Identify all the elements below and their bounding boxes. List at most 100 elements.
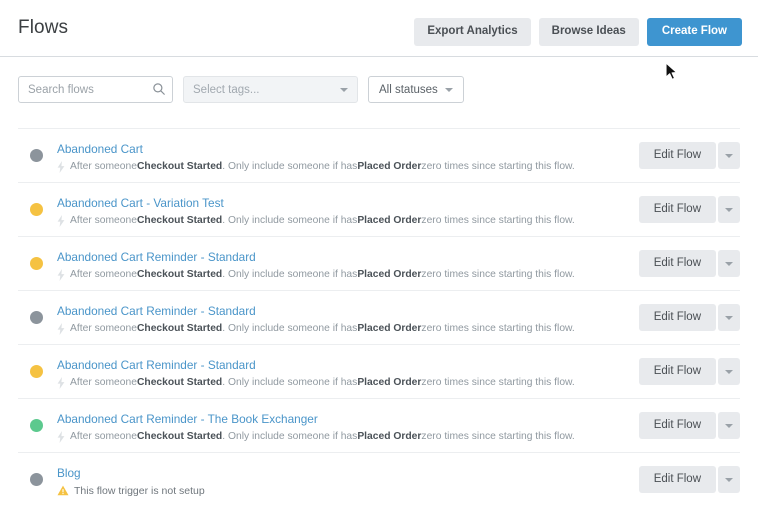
- chevron-down-icon: [725, 154, 733, 158]
- flow-row-actions: Edit Flow: [639, 358, 740, 386]
- flow-actions-dropdown-button[interactable]: [718, 196, 740, 224]
- flow-name-link[interactable]: Abandoned Cart Reminder - The Book Excha…: [57, 412, 318, 426]
- flow-desc-suffix: zero times since starting this flow.: [421, 215, 574, 226]
- flow-desc-middle: . Only include someone if has: [222, 215, 357, 226]
- flow-name-link[interactable]: Blog: [57, 466, 81, 480]
- flow-description: This flow trigger is not setup: [57, 485, 639, 497]
- flow-row: Abandoned Cart Reminder - Standard After …: [18, 236, 740, 290]
- flow-name-link[interactable]: Abandoned Cart Reminder - Standard: [57, 358, 256, 372]
- flow-list: Abandoned Cart After someone Checkout Sta…: [0, 128, 758, 506]
- edit-flow-button[interactable]: Edit Flow: [639, 412, 716, 440]
- flow-desc-suffix: zero times since starting this flow.: [421, 431, 574, 442]
- lightning-bolt-icon: [57, 161, 65, 173]
- flow-desc-middle: . Only include someone if has: [222, 323, 357, 334]
- flow-description: After someone Checkout Started. Only inc…: [57, 161, 639, 173]
- chevron-down-icon: [445, 88, 453, 92]
- flow-desc-trigger: Checkout Started: [137, 377, 222, 388]
- flow-actions-dropdown-button[interactable]: [718, 466, 740, 494]
- flow-desc-suffix: zero times since starting this flow.: [421, 269, 574, 280]
- edit-flow-button[interactable]: Edit Flow: [639, 142, 716, 170]
- flow-row: Abandoned Cart After someone Checkout Sta…: [18, 128, 740, 182]
- flow-desc-prefix: After someone: [70, 215, 137, 226]
- status-dot-yellow: [30, 203, 43, 216]
- flow-desc-filter: Placed Order: [357, 269, 421, 280]
- flow-desc-trigger: Checkout Started: [137, 323, 222, 334]
- lightning-bolt-icon: [57, 377, 65, 389]
- search-input[interactable]: [18, 76, 173, 103]
- flow-description: After someone Checkout Started. Only inc…: [57, 377, 639, 389]
- page-title: Flows: [18, 17, 68, 39]
- flow-info: Abandoned Cart Reminder - The Book Excha…: [57, 409, 639, 443]
- flow-row-actions: Edit Flow: [639, 250, 740, 278]
- flow-desc-middle: . Only include someone if has: [222, 431, 357, 442]
- flow-row-actions: Edit Flow: [639, 304, 740, 332]
- flow-desc-prefix: After someone: [70, 323, 137, 334]
- flow-row: Abandoned Cart Reminder - Standard After …: [18, 344, 740, 398]
- status-dot-gray: [30, 149, 43, 162]
- flow-row-actions: Edit Flow: [639, 412, 740, 440]
- flow-description: After someone Checkout Started. Only inc…: [57, 269, 639, 281]
- chevron-down-icon: [340, 88, 348, 92]
- flow-desc-middle: . Only include someone if has: [222, 161, 357, 172]
- edit-flow-button[interactable]: Edit Flow: [639, 250, 716, 278]
- flow-name-link[interactable]: Abandoned Cart Reminder - Standard: [57, 250, 256, 264]
- create-flow-button[interactable]: Create Flow: [647, 18, 742, 46]
- status-select[interactable]: All statuses: [368, 76, 464, 103]
- flow-row: Abandoned Cart - Variation Test After som…: [18, 182, 740, 236]
- browse-ideas-button[interactable]: Browse Ideas: [539, 18, 639, 46]
- flow-actions-dropdown-button[interactable]: [718, 250, 740, 278]
- flow-desc-trigger: Checkout Started: [137, 431, 222, 442]
- status-select-label: All statuses: [379, 84, 438, 96]
- flow-actions-dropdown-button[interactable]: [718, 304, 740, 332]
- flow-info: Abandoned Cart Reminder - Standard After …: [57, 247, 639, 281]
- flow-description: After someone Checkout Started. Only inc…: [57, 323, 639, 335]
- flow-desc-filter: Placed Order: [357, 215, 421, 226]
- flow-name-link[interactable]: Abandoned Cart Reminder - Standard: [57, 304, 256, 318]
- flow-desc-prefix: After someone: [70, 161, 137, 172]
- flow-row-actions: Edit Flow: [639, 466, 740, 494]
- status-dot-green: [30, 419, 43, 432]
- status-dot-gray: [30, 473, 43, 486]
- flow-name-link[interactable]: Abandoned Cart: [57, 142, 143, 156]
- chevron-down-icon: [725, 208, 733, 212]
- flow-desc-trigger: Checkout Started: [137, 269, 222, 280]
- flow-description: After someone Checkout Started. Only inc…: [57, 431, 639, 443]
- flow-desc-prefix: After someone: [70, 269, 137, 280]
- lightning-bolt-icon: [57, 215, 65, 227]
- flow-row: Blog This flow trigger is not setup Edit F…: [18, 452, 740, 506]
- flow-desc-filter: Placed Order: [357, 377, 421, 388]
- flow-info: Blog This flow trigger is not setup: [57, 463, 639, 497]
- tags-select[interactable]: Select tags...: [183, 76, 358, 103]
- edit-flow-button[interactable]: Edit Flow: [639, 196, 716, 224]
- edit-flow-button[interactable]: Edit Flow: [639, 466, 716, 494]
- filter-bar: Select tags... All statuses: [0, 57, 758, 128]
- flow-actions-dropdown-button[interactable]: [718, 358, 740, 386]
- flow-description: After someone Checkout Started. Only inc…: [57, 215, 639, 227]
- header-actions: Export Analytics Browse Ideas Create Flo…: [414, 18, 742, 46]
- tags-select-label: Select tags...: [193, 84, 259, 96]
- flow-desc-middle: . Only include someone if has: [222, 269, 357, 280]
- flow-desc-trigger: Checkout Started: [137, 161, 222, 172]
- export-analytics-button[interactable]: Export Analytics: [414, 18, 530, 46]
- lightning-bolt-icon: [57, 323, 65, 335]
- flow-desc-filter: Placed Order: [357, 161, 421, 172]
- flow-actions-dropdown-button[interactable]: [718, 412, 740, 440]
- edit-flow-button[interactable]: Edit Flow: [639, 358, 716, 386]
- flow-desc-suffix: zero times since starting this flow.: [421, 161, 574, 172]
- chevron-down-icon: [725, 370, 733, 374]
- chevron-down-icon: [725, 262, 733, 266]
- edit-flow-button[interactable]: Edit Flow: [639, 304, 716, 332]
- flow-info: Abandoned Cart After someone Checkout Sta…: [57, 139, 639, 173]
- flow-desc-filter: Placed Order: [357, 431, 421, 442]
- flow-actions-dropdown-button[interactable]: [718, 142, 740, 170]
- lightning-bolt-icon: [57, 269, 65, 281]
- flow-warning-text: This flow trigger is not setup: [74, 485, 205, 497]
- flow-name-link[interactable]: Abandoned Cart - Variation Test: [57, 196, 224, 210]
- search-field-wrapper: [18, 76, 173, 103]
- flow-desc-suffix: zero times since starting this flow.: [421, 377, 574, 388]
- flows-page: Flows Export Analytics Browse Ideas Crea…: [0, 0, 758, 524]
- chevron-down-icon: [725, 478, 733, 482]
- filter-controls: Select tags... All statuses: [18, 76, 464, 103]
- status-dot-yellow: [30, 365, 43, 378]
- flow-info: Abandoned Cart - Variation Test After som…: [57, 193, 639, 227]
